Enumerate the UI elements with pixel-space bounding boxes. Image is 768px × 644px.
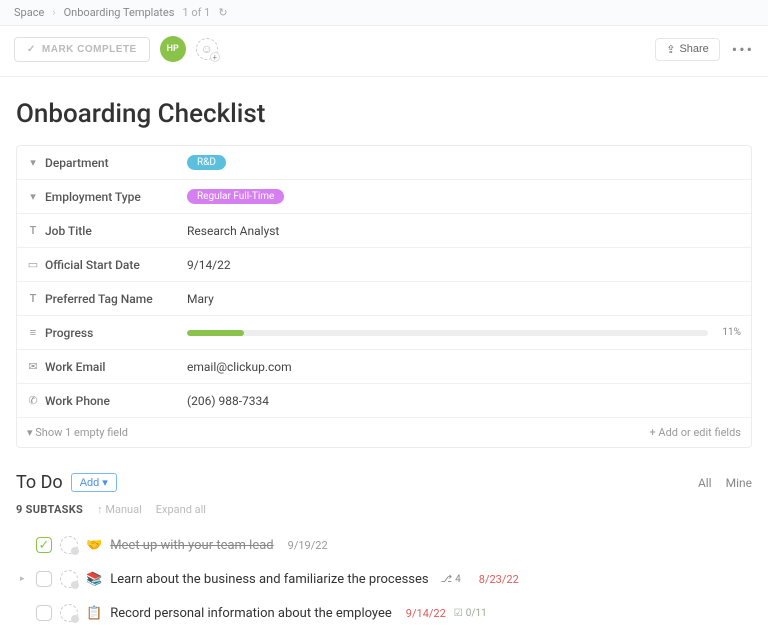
share-icon: ⇪ bbox=[666, 43, 675, 56]
text-icon: T bbox=[27, 293, 39, 305]
page-title: Onboarding Checklist bbox=[16, 99, 752, 129]
field-label: Progress bbox=[45, 326, 93, 340]
email-icon: ✉ bbox=[27, 361, 39, 373]
email-value[interactable]: email@clickup.com bbox=[187, 360, 741, 374]
mark-complete-label: MARK COMPLETE bbox=[42, 44, 137, 55]
field-label: Preferred Tag Name bbox=[45, 292, 153, 306]
add-assignee-button[interactable]: ☺ + bbox=[196, 38, 218, 60]
share-label: Share bbox=[679, 43, 708, 55]
field-employment-type: ▾ Employment Type Regular Full-Time bbox=[17, 180, 751, 214]
department-tag[interactable]: R&D bbox=[187, 155, 226, 170]
dropdown-icon: ▾ bbox=[27, 157, 39, 169]
task-emoji-icon: 📚 bbox=[86, 572, 102, 587]
dropdown-icon: ▾ bbox=[27, 191, 39, 203]
custom-fields-table: ▾ Department R&D ▾ Employment Type Regular… bbox=[16, 145, 752, 448]
task-checkbox[interactable] bbox=[36, 571, 52, 587]
task-row[interactable]: ▸ 📚 Learn about the business and familiari… bbox=[16, 562, 752, 596]
subtasks-bar: 9 SUBTASKS ↑ Manual Expand all bbox=[16, 503, 752, 516]
task-title: Record personal information about the em… bbox=[110, 606, 392, 621]
more-menu-icon[interactable]: ••• bbox=[732, 40, 754, 59]
sort-manual[interactable]: ↑ Manual bbox=[97, 503, 142, 516]
progress-bar[interactable] bbox=[187, 330, 708, 336]
filter-all[interactable]: All bbox=[698, 476, 712, 490]
field-phone: ✆ Work Phone (206) 988-7334 bbox=[17, 384, 751, 418]
field-label: Department bbox=[45, 156, 109, 170]
chevron-down-icon: ▾ bbox=[27, 426, 35, 439]
task-row[interactable]: ✓ 🤝 Meet up with your team lead 9/19/22 bbox=[16, 528, 752, 562]
task-checkbox[interactable]: ✓ bbox=[36, 537, 52, 553]
add-subtask-button[interactable]: Add▾ bbox=[71, 473, 117, 492]
phone-icon: ✆ bbox=[27, 395, 39, 407]
task-date[interactable]: 8/23/22 bbox=[479, 573, 519, 586]
employment-type-tag[interactable]: Regular Full-Time bbox=[187, 189, 284, 204]
task-emoji-icon: 📋 bbox=[86, 606, 102, 621]
show-empty-fields[interactable]: ▾ Show 1 empty field bbox=[27, 426, 128, 439]
fields-footer: ▾ Show 1 empty field + Add or edit field… bbox=[17, 418, 751, 447]
add-edit-fields[interactable]: + Add or edit fields bbox=[649, 426, 741, 439]
task-date[interactable]: 9/14/22 bbox=[406, 607, 446, 620]
task-row[interactable]: 📋 Record personal information about the e… bbox=[16, 596, 752, 630]
field-department: ▾ Department R&D bbox=[17, 146, 751, 180]
chevron-right-icon: › bbox=[52, 6, 55, 19]
todo-title: To Do bbox=[16, 472, 63, 493]
start-date-value[interactable]: 9/14/22 bbox=[187, 258, 741, 272]
plus-icon: + bbox=[210, 52, 220, 62]
field-label: Work Phone bbox=[45, 394, 110, 408]
task-checkbox[interactable] bbox=[36, 605, 52, 621]
chevron-down-icon: ▾ bbox=[102, 476, 108, 489]
subtask-icon: ⎇ bbox=[441, 574, 453, 585]
field-email: ✉ Work Email email@clickup.com bbox=[17, 350, 751, 384]
task-title: Meet up with your team lead bbox=[110, 538, 273, 553]
progress-icon: ≡ bbox=[27, 327, 39, 339]
checklist-chip[interactable]: ☑0/11 bbox=[454, 608, 487, 619]
mark-complete-button[interactable]: ✓ MARK COMPLETE bbox=[14, 37, 150, 62]
progress-percent: 11% bbox=[722, 327, 741, 338]
breadcrumb-space[interactable]: Space bbox=[14, 6, 44, 19]
field-label: Official Start Date bbox=[45, 258, 140, 272]
field-start-date: ▭ Official Start Date 9/14/22 bbox=[17, 248, 751, 282]
phone-value[interactable]: (206) 988-7334 bbox=[187, 394, 741, 408]
calendar-icon: ▭ bbox=[27, 259, 39, 271]
task-date[interactable]: 9/19/22 bbox=[288, 539, 328, 552]
text-icon: T bbox=[27, 225, 39, 237]
field-label: Employment Type bbox=[45, 190, 141, 204]
expand-chevron-icon[interactable]: ▸ bbox=[20, 574, 28, 584]
check-icon: ✓ bbox=[27, 44, 36, 55]
avatar[interactable]: HP bbox=[160, 36, 186, 62]
job-title-value[interactable]: Research Analyst bbox=[187, 224, 741, 238]
topbar: ✓ MARK COMPLETE HP ☺ + ⇪ Share ••• bbox=[0, 26, 768, 77]
field-progress: ≡ Progress 11% bbox=[17, 316, 751, 350]
breadcrumb-templates[interactable]: Onboarding Templates bbox=[64, 6, 175, 19]
checklist-icon: ☑ bbox=[454, 608, 463, 619]
todo-header: To Do Add▾ All Mine bbox=[16, 472, 752, 493]
breadcrumb-count: 1 of 1 bbox=[182, 6, 210, 19]
subtask-count-chip[interactable]: ⎇4 bbox=[437, 574, 465, 585]
field-label: Work Email bbox=[45, 360, 106, 374]
refresh-icon[interactable]: ↻ bbox=[218, 6, 227, 19]
share-button[interactable]: ⇪ Share bbox=[655, 38, 720, 61]
task-emoji-icon: 🤝 bbox=[86, 538, 102, 553]
assignee-icon[interactable] bbox=[60, 570, 78, 588]
assignee-icon[interactable] bbox=[60, 604, 78, 622]
field-tag-name: T Preferred Tag Name Mary bbox=[17, 282, 751, 316]
field-job-title: T Job Title Research Analyst bbox=[17, 214, 751, 248]
task-title: Learn about the business and familiarize… bbox=[110, 572, 428, 587]
tag-name-value[interactable]: Mary bbox=[187, 292, 741, 306]
assignee-icon[interactable] bbox=[60, 536, 78, 554]
task-list: ✓ 🤝 Meet up with your team lead 9/19/22 ▸ 📚 Le… bbox=[16, 528, 752, 630]
expand-all[interactable]: Expand all bbox=[156, 503, 206, 516]
breadcrumb: Space › Onboarding Templates 1 of 1 ↻ bbox=[0, 0, 768, 26]
field-label: Job Title bbox=[45, 224, 92, 238]
filter-mine[interactable]: Mine bbox=[726, 476, 752, 490]
subtasks-count: 9 SUBTASKS bbox=[16, 503, 83, 516]
